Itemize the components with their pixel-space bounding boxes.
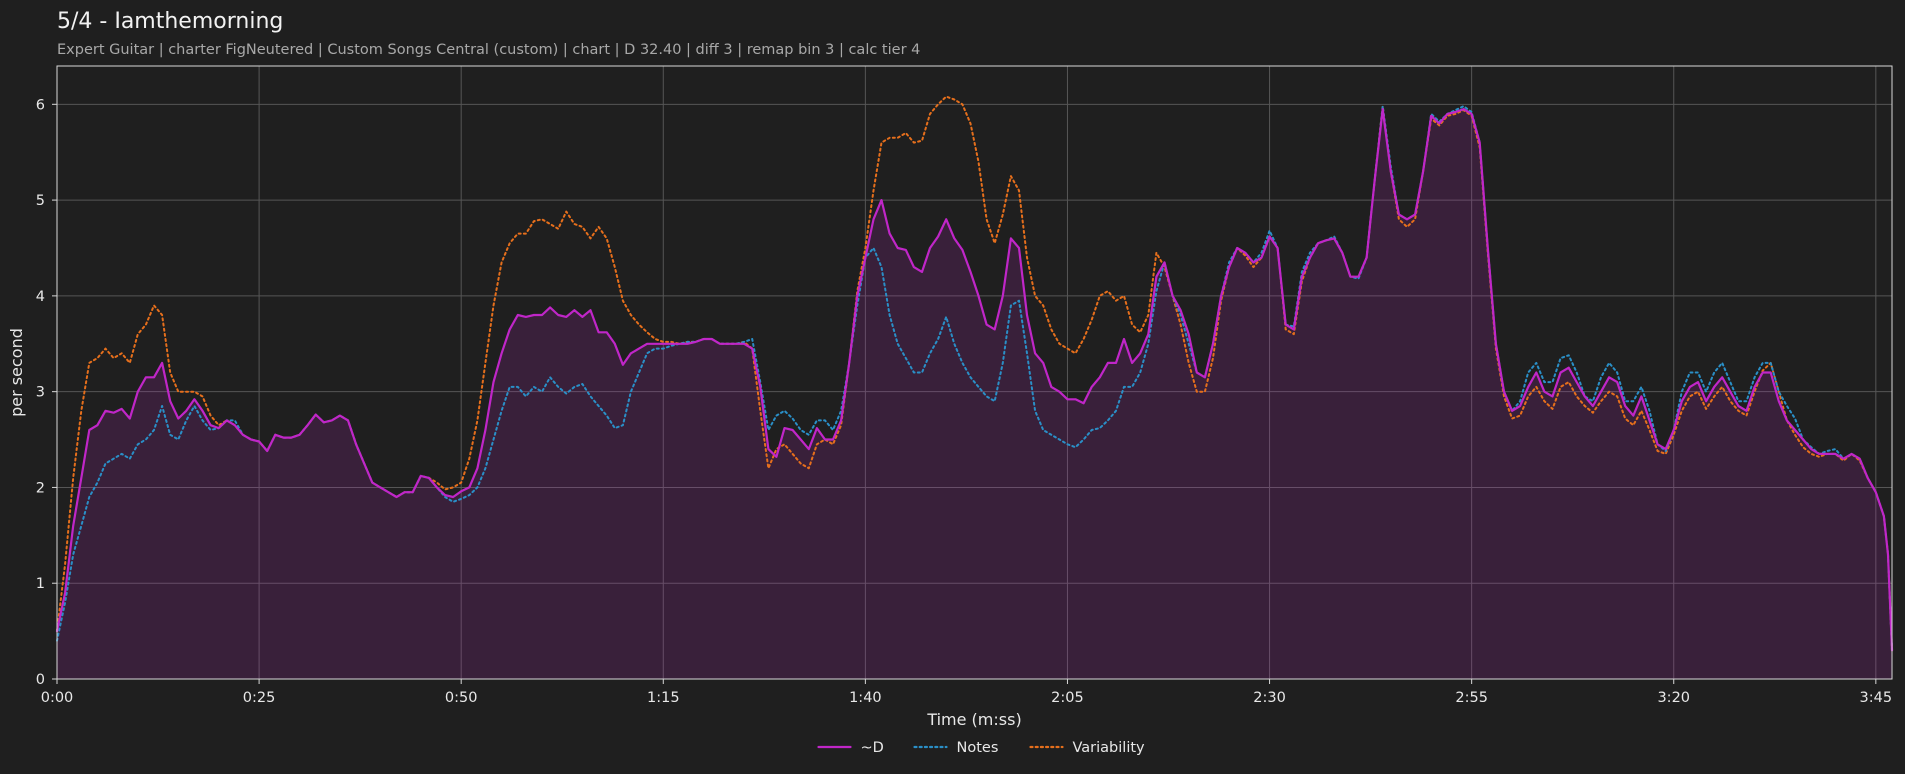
legend-label-2: Variability (1073, 740, 1146, 756)
y-axis-label: per second (7, 328, 26, 417)
x-tick-label: 0:00 (41, 690, 74, 706)
y-tick-label: 1 (36, 576, 45, 592)
x-tick-label: 3:45 (1860, 690, 1893, 706)
chart-title: 5/4 - Iamthemorning (57, 9, 283, 34)
legend-label-0: ~D (861, 740, 884, 756)
y-tick-label: 2 (36, 480, 45, 496)
x-tick-label: 0:25 (243, 690, 276, 706)
y-tick-label: 5 (36, 193, 45, 209)
y-tick-label: 3 (36, 385, 45, 401)
legend-label-1: Notes (957, 740, 999, 756)
x-tick-label: 2:30 (1253, 690, 1286, 706)
x-tick-label: 3:20 (1657, 690, 1690, 706)
y-tick-label: 6 (36, 97, 45, 113)
y-tick-label: 0 (36, 672, 45, 688)
x-tick-label: 0:50 (445, 690, 478, 706)
chart: 5/4 - Iamthemorning Expert Guitar | char… (7, 9, 1894, 756)
legend: ~D Notes Variability (817, 740, 1146, 756)
x-tick-label: 2:05 (1051, 690, 1084, 706)
x-tick-label: 1:15 (647, 690, 680, 706)
chart-subtitle: Expert Guitar | charter FigNeutered | Cu… (57, 42, 920, 58)
y-tick-label: 4 (36, 289, 45, 305)
x-tick-label: 1:40 (849, 690, 882, 706)
x-tick-label: 2:55 (1455, 690, 1488, 706)
x-axis-label: Time (m:ss) (926, 710, 1021, 729)
